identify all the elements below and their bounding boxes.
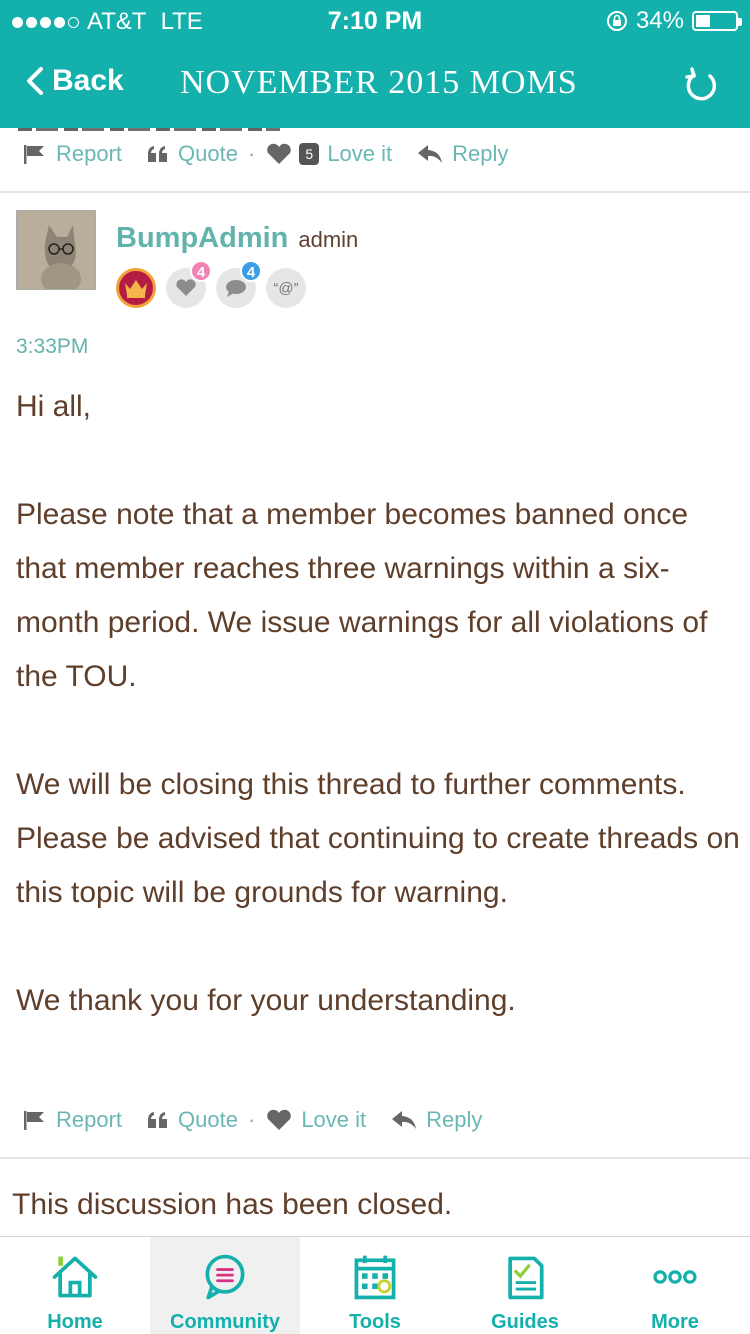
- flag-icon: [24, 145, 44, 164]
- post-paragraph: We thank you for your understanding.: [16, 984, 516, 1017]
- report-label: Report: [56, 1107, 123, 1132]
- reply-button[interactable]: Reply: [416, 141, 508, 167]
- post-divider: [0, 191, 750, 193]
- post-body: Hi all, Please note that a member become…: [16, 380, 740, 1028]
- likes-count: 4: [190, 260, 212, 282]
- report-button[interactable]: Report: [22, 141, 122, 167]
- comment-badge-icon[interactable]: 4: [216, 260, 262, 308]
- app-header: AT&T LTE 7:10 PM 34% Back NOVEMBER 2015 …: [0, 0, 750, 128]
- tab-community[interactable]: Community: [150, 1237, 300, 1334]
- home-icon: [52, 1256, 98, 1298]
- reply-label: Reply: [426, 1107, 483, 1132]
- post-paragraph: We will be closing this thread to furthe…: [16, 768, 740, 909]
- tab-more-label: More: [651, 1311, 699, 1333]
- reply-label: Reply: [452, 141, 509, 166]
- tab-tools-label: Tools: [349, 1311, 401, 1333]
- previous-post-actions: Report Quote · 5 Love it Reply: [22, 141, 508, 167]
- guide-document-icon: [508, 1256, 544, 1300]
- report-label: Report: [56, 141, 123, 166]
- heart-badge-icon[interactable]: 4: [166, 260, 212, 308]
- post-actions: Report Quote · Love it Reply: [22, 1107, 482, 1133]
- chat-bubble-icon: [205, 1254, 245, 1300]
- love-button[interactable]: Love it: [265, 1107, 366, 1133]
- reply-arrow-icon: [418, 145, 443, 163]
- reply-arrow-icon: [392, 1111, 417, 1129]
- quote-label: Quote: [178, 141, 238, 166]
- flag-icon: [24, 1111, 44, 1130]
- quote-button[interactable]: Quote: [146, 141, 238, 167]
- rotation-lock-icon: [606, 11, 627, 31]
- tab-home-label: Home: [47, 1311, 103, 1333]
- post-divider: [0, 1157, 750, 1159]
- chevron-left-icon: [27, 67, 43, 95]
- discussion-closed-notice: This discussion has been closed.: [12, 1188, 453, 1221]
- more-dots-icon: [653, 1270, 697, 1284]
- page-title: NOVEMBER 2015 MOMS: [180, 64, 578, 101]
- post-paragraph: Hi all,: [16, 390, 92, 423]
- back-label: Back: [52, 64, 124, 97]
- author-badges: 4 4 “@”: [116, 260, 306, 308]
- quote-icon: [148, 1112, 168, 1128]
- mention-badge-icon[interactable]: “@”: [266, 268, 306, 308]
- comments-count: 4: [240, 260, 262, 282]
- battery-percent: 34%: [635, 7, 684, 34]
- heart-icon: [267, 1109, 292, 1130]
- cat-avatar-image: [17, 211, 95, 289]
- tab-home[interactable]: Home: [0, 1237, 150, 1334]
- tab-community-label: Community: [170, 1311, 280, 1333]
- quote-icon: [148, 146, 168, 162]
- author-name[interactable]: BumpAdmin: [116, 222, 288, 255]
- tab-guides-label: Guides: [491, 1311, 559, 1333]
- report-button[interactable]: Report: [22, 1107, 122, 1133]
- quote-button[interactable]: Quote: [146, 1107, 238, 1133]
- refresh-icon[interactable]: [680, 64, 722, 106]
- separator-dot: ·: [247, 1107, 256, 1132]
- tab-bar: Home Community Tools Guides More: [0, 1236, 750, 1334]
- tab-more[interactable]: More: [600, 1237, 750, 1334]
- avatar[interactable]: [16, 210, 96, 290]
- love-label: Love it: [301, 1107, 367, 1132]
- tab-tools[interactable]: Tools: [300, 1237, 450, 1334]
- post-paragraph: Please note that a member becomes banned…: [16, 498, 708, 693]
- love-button[interactable]: 5 Love it: [265, 141, 392, 167]
- love-count-badge: 5: [299, 143, 320, 165]
- separator-dot: ·: [247, 141, 256, 166]
- post-author: BumpAdmin admin: [116, 222, 358, 255]
- love-label: Love it: [327, 141, 393, 166]
- author-role: admin: [298, 227, 359, 252]
- mention-label: “@”: [273, 279, 299, 297]
- quote-label: Quote: [178, 1107, 238, 1132]
- post-timestamp: 3:33PM: [16, 335, 89, 358]
- nav-bar: Back NOVEMBER 2015 MOMS: [0, 50, 750, 120]
- battery-icon: [692, 11, 742, 31]
- tab-guides[interactable]: Guides: [450, 1237, 600, 1334]
- previous-post-clipped-content: [18, 128, 280, 131]
- heart-icon: [267, 143, 292, 164]
- crown-badge-icon[interactable]: [116, 268, 156, 308]
- back-button[interactable]: Back: [24, 64, 124, 98]
- status-bar: AT&T LTE 7:10 PM 34%: [0, 0, 750, 40]
- calendar-icon: [354, 1255, 396, 1300]
- reply-button[interactable]: Reply: [390, 1107, 482, 1133]
